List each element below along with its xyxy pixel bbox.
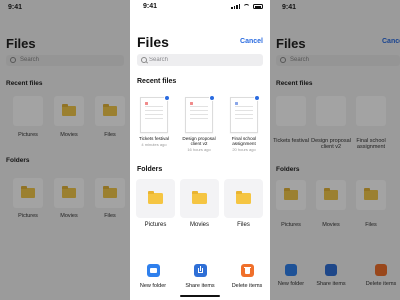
page-title: Files (137, 34, 169, 50)
new-folder-icon (146, 264, 160, 277)
folder-tile-files[interactable] (224, 179, 263, 218)
action-label: Share items (185, 283, 215, 289)
action-label: Delete items (231, 283, 263, 289)
files-screen: 9:41 Files Cancel Recent files Tickets f… (130, 0, 270, 300)
folder-label: Files (237, 222, 250, 228)
document-thumbnail (230, 95, 260, 133)
recent-file-name: Design proposal client v2 (182, 136, 216, 147)
action-bar: New folder Share items Delete items (130, 258, 270, 300)
search-field[interactable] (137, 54, 263, 66)
dim-overlay (270, 0, 400, 300)
recent-file-item[interactable]: Design proposal client v2 16 hours ago (181, 95, 217, 153)
recent-file-time: 4 minutes ago (141, 142, 167, 148)
battery-icon (253, 4, 263, 9)
folder-label: Movies (189, 222, 209, 228)
background-screen-left: 9:41 Files Search Recent files Pictures … (0, 0, 130, 300)
unread-dot-icon (209, 95, 215, 101)
unread-dot-icon (254, 95, 260, 101)
file-type-icon (145, 102, 148, 105)
recent-file-item[interactable]: Tickets festival 4 minutes ago (136, 95, 172, 148)
document-thumbnail (140, 95, 170, 133)
background-screen-right: 9:41 Files Cancel Search Recent files Ti… (270, 0, 400, 300)
cancel-button[interactable]: Cancel (240, 38, 263, 45)
share-items-button[interactable]: Share items (177, 258, 223, 289)
search-icon (141, 57, 147, 63)
new-folder-button[interactable]: New folder (130, 258, 176, 289)
file-type-icon (190, 102, 193, 105)
delete-items-button[interactable]: Delete items (224, 258, 270, 289)
recent-file-time: 20 hours ago (232, 147, 256, 153)
status-time: 9:41 (143, 3, 158, 10)
folder-icon (192, 190, 207, 204)
document-thumbnail (185, 95, 215, 133)
recent-file-item[interactable]: Final school assignment 20 hours ago (226, 95, 262, 153)
action-label: New folder (139, 283, 167, 289)
status-icons (231, 4, 263, 9)
folder-label: Pictures (144, 222, 167, 228)
search-input[interactable] (149, 54, 259, 66)
wifi-icon (243, 4, 250, 9)
folder-icon (236, 190, 251, 204)
folder-icon (148, 190, 163, 204)
recent-file-name: Tickets festival (139, 136, 169, 141)
folder-tile-pictures[interactable] (136, 179, 175, 218)
status-bar: 9:41 (130, 0, 270, 14)
recent-files-heading: Recent files (137, 78, 177, 85)
folder-tile-movies[interactable] (180, 179, 219, 218)
folders-heading: Folders (137, 166, 163, 173)
dim-overlay (0, 0, 130, 300)
trash-icon (240, 264, 254, 277)
file-type-icon (235, 102, 238, 105)
unread-dot-icon (164, 95, 170, 101)
recent-file-time: 16 hours ago (187, 147, 211, 153)
signal-icon (231, 4, 240, 9)
home-indicator (180, 295, 220, 297)
recent-file-name: Final school assignment (231, 136, 257, 147)
share-icon (193, 264, 207, 277)
